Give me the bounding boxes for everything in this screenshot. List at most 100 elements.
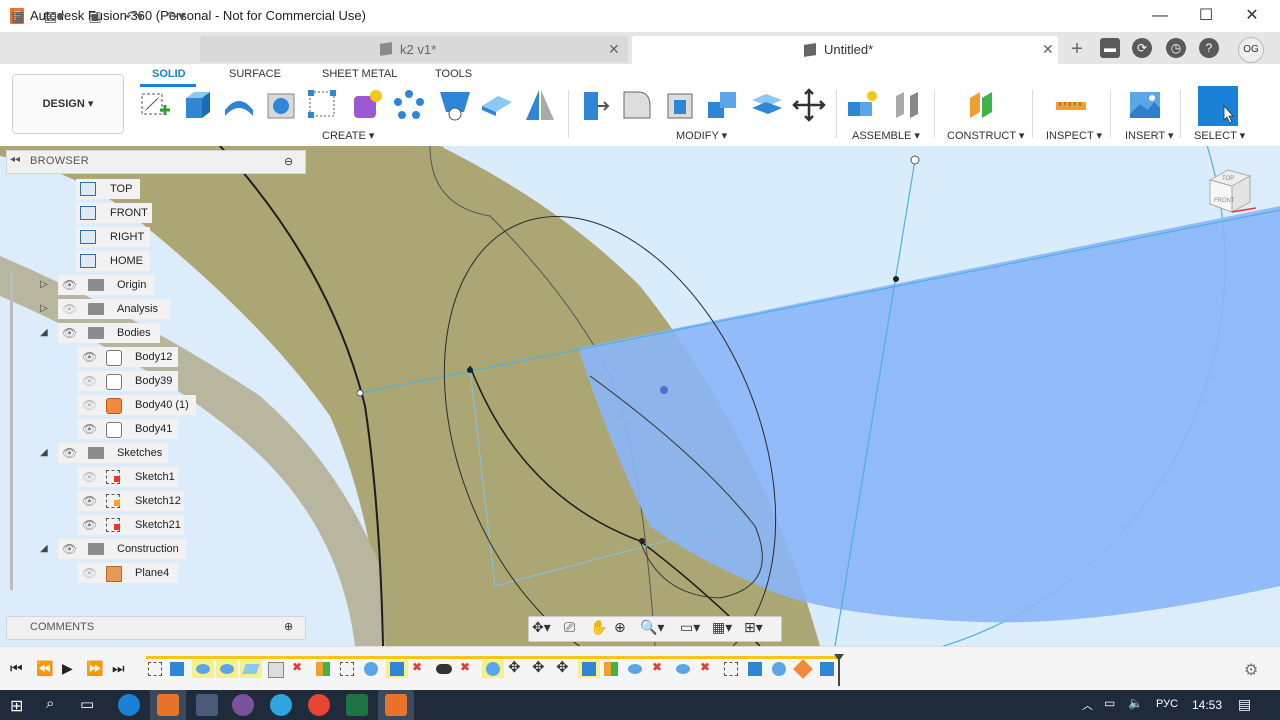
circular-pattern-icon[interactable] xyxy=(392,88,426,122)
timeline-feature-icon[interactable] xyxy=(772,662,786,676)
history-clock-icon[interactable]: ◷ xyxy=(1166,38,1186,58)
tray-battery-icon[interactable]: ▭ xyxy=(1104,696,1115,710)
press-pull-icon[interactable] xyxy=(578,88,612,122)
timeline-feature-icon[interactable] xyxy=(628,664,642,674)
browser-view-right[interactable]: RIGHT xyxy=(76,227,150,247)
new-component-icon[interactable] xyxy=(846,88,880,122)
tab-tools[interactable]: TOOLS xyxy=(435,68,472,80)
move-copy-icon[interactable] xyxy=(792,88,826,122)
tray-volume-icon[interactable]: 🔈 xyxy=(1128,696,1143,710)
timeline-plane-icon[interactable] xyxy=(604,662,618,676)
construct-menu[interactable]: CONSTRUCT ▾ xyxy=(947,129,1024,142)
pattern-icon[interactable] xyxy=(306,88,340,122)
create-menu[interactable]: CREATE ▾ xyxy=(322,129,374,142)
search-icon[interactable]: ⌕ xyxy=(46,695,54,712)
measure-icon[interactable] xyxy=(1054,88,1088,122)
insert-menu[interactable]: INSERT ▾ xyxy=(1125,129,1174,142)
tab-sheet-metal[interactable]: SHEET METAL xyxy=(322,68,397,80)
browser-folder-bodies[interactable]: 👁 Bodies xyxy=(58,323,160,343)
redo-icon[interactable]: ↷▾ xyxy=(158,6,194,26)
browser-folder-sketches[interactable]: 👁 Sketches xyxy=(58,443,168,463)
timeline-feature-icon[interactable] xyxy=(364,662,378,676)
timeline-start-icon[interactable]: ⏮ xyxy=(10,660,23,677)
modify-menu[interactable]: MODIFY ▾ xyxy=(676,129,727,142)
timeline-move-icon[interactable]: ✥ xyxy=(556,658,569,676)
job-status-icon[interactable]: ⟳ xyxy=(1132,38,1152,58)
taskbar-viber-icon[interactable] xyxy=(232,694,254,716)
taskbar-app-icon[interactable] xyxy=(385,694,407,716)
timeline-extrude-icon[interactable] xyxy=(170,662,184,676)
tray-language[interactable]: РУС xyxy=(1156,698,1178,710)
browser-body[interactable]: 👁 Body39 xyxy=(78,371,178,391)
mirror-icon[interactable] xyxy=(522,88,556,122)
tab-untitled[interactable]: Untitled* ✕ xyxy=(632,36,1058,64)
select-menu[interactable]: SELECT ▾ xyxy=(1194,129,1245,142)
extrude-icon[interactable] xyxy=(180,88,214,122)
notifications-icon[interactable]: ▬ xyxy=(1100,38,1120,58)
browser-body[interactable]: 👁 Body40 (1) xyxy=(78,395,196,415)
minimize-button[interactable]: — xyxy=(1137,0,1183,32)
browser-body[interactable]: 👁 Body12 xyxy=(78,347,178,367)
hidden-eye-icon[interactable]: 👁 xyxy=(82,563,97,583)
timeline-move-icon[interactable]: ✥ xyxy=(508,658,521,676)
browser-sketch[interactable]: 👁 Sketch21 xyxy=(78,515,184,535)
visibility-eye-icon[interactable]: 👁 xyxy=(82,491,97,511)
collapse-arrow-icon[interactable]: ◢ xyxy=(40,543,48,554)
maximize-button[interactable]: ☐ xyxy=(1183,0,1229,32)
task-view-icon[interactable]: ▭ xyxy=(80,695,94,713)
combine-icon[interactable] xyxy=(706,88,740,122)
browser-folder-origin[interactable]: 👁 Origin xyxy=(58,275,154,295)
hidden-eye-icon[interactable]: 👁 xyxy=(82,371,97,391)
browser-view-top[interactable]: TOP xyxy=(76,179,140,199)
save-icon[interactable]: ▣ xyxy=(84,6,106,26)
visibility-eye-icon[interactable]: 👁 xyxy=(62,275,77,295)
create-sketch-icon[interactable] xyxy=(138,88,172,122)
timeline-next-icon[interactable]: ⏩ xyxy=(86,660,103,677)
insert-image-icon[interactable] xyxy=(1128,88,1162,122)
timeline-sketch-icon[interactable] xyxy=(724,662,738,676)
taskbar-telegram-icon[interactable] xyxy=(270,694,292,716)
collapse-arrow-icon[interactable]: ◢ xyxy=(40,447,48,458)
help-icon[interactable]: ? xyxy=(1199,38,1219,58)
orbit-icon[interactable]: ✥▾ xyxy=(532,619,551,636)
user-avatar[interactable]: OG xyxy=(1238,37,1264,63)
joint-icon[interactable] xyxy=(890,88,924,122)
data-panel-grid-icon[interactable]: ▦ xyxy=(8,6,28,26)
tray-expand-icon[interactable]: ︿ xyxy=(1082,697,1093,713)
timeline-feature-icon[interactable] xyxy=(676,664,690,674)
timeline-error-icon[interactable]: ✖ xyxy=(700,660,710,674)
display-settings-icon[interactable]: ▭▾ xyxy=(680,619,700,636)
timeline-sketch-icon[interactable] xyxy=(148,662,162,676)
close-tab-icon[interactable]: ✕ xyxy=(608,41,620,58)
close-window-button[interactable]: ✕ xyxy=(1229,0,1275,32)
browser-folder-construction[interactable]: 👁 Construction xyxy=(58,539,186,559)
browser-body[interactable]: 👁 Body41 xyxy=(78,419,178,439)
split-body-icon[interactable] xyxy=(750,88,784,122)
visibility-eye-icon[interactable]: 👁 xyxy=(62,443,77,463)
timeline-error-icon[interactable]: ✖ xyxy=(460,660,470,674)
undo-icon[interactable]: ↶▾ xyxy=(116,6,152,26)
visibility-eye-icon[interactable]: 👁 xyxy=(62,323,77,343)
taskbar-fusion-icon[interactable] xyxy=(157,694,179,716)
expand-arrow-icon[interactable]: ▷ xyxy=(40,303,48,314)
timeline-split-icon[interactable] xyxy=(390,662,404,676)
timeline-play-icon[interactable]: ▶ xyxy=(62,660,73,677)
create-form-icon[interactable] xyxy=(350,88,384,122)
timeline-joint-icon[interactable] xyxy=(436,664,452,674)
timeline-error-icon[interactable]: ✖ xyxy=(412,660,422,674)
taskbar-chrome-icon[interactable] xyxy=(308,694,330,716)
timeline-end-icon[interactable]: ⏭ xyxy=(112,660,125,677)
browser-scrollbar[interactable] xyxy=(10,270,13,590)
visibility-eye-icon[interactable]: 👁 xyxy=(82,419,97,439)
taskbar-calculator-icon[interactable] xyxy=(196,694,218,716)
new-tab-button[interactable]: + xyxy=(1066,36,1088,62)
look-at-icon[interactable]: ⎚ xyxy=(564,619,575,636)
notification-center-icon[interactable]: ▤ xyxy=(1238,696,1251,713)
hidden-eye-icon[interactable]: 👁 xyxy=(62,299,77,319)
timeline-settings-gear-icon[interactable]: ⚙ xyxy=(1244,660,1258,680)
tab-solid[interactable]: SOLID xyxy=(152,68,186,80)
timeline-feature-icon[interactable] xyxy=(220,664,234,674)
browser-folder-analysis[interactable]: 👁 Analysis xyxy=(58,299,170,319)
taskbar-edge-icon[interactable] xyxy=(118,694,140,716)
timeline-error-icon[interactable]: ✖ xyxy=(652,660,662,674)
